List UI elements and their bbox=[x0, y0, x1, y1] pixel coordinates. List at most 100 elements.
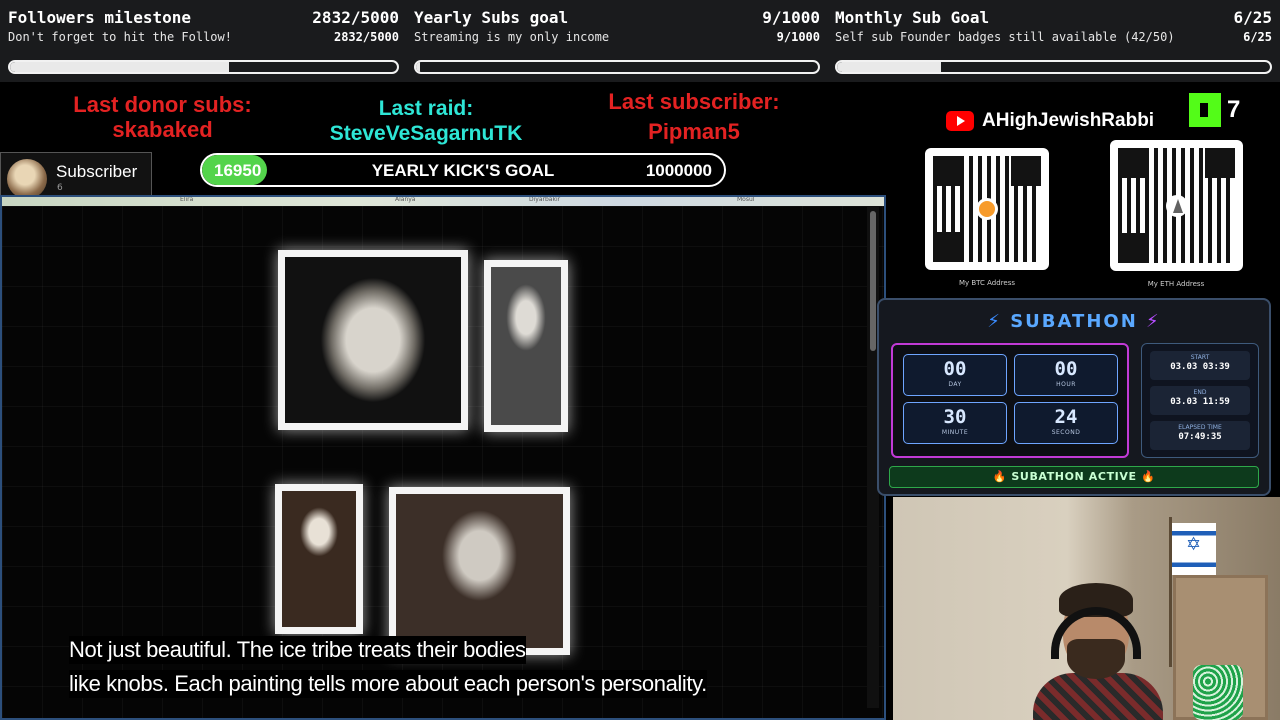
start-label: START bbox=[1190, 354, 1210, 361]
kick-goal-target: 1000000 bbox=[645, 161, 712, 180]
youtube-icon bbox=[946, 111, 974, 131]
countdown-hour: 00 HOUR bbox=[1014, 354, 1118, 396]
goal-progress-fill bbox=[416, 62, 420, 72]
last-raid-label: Last raid: bbox=[378, 97, 474, 120]
subathon-title-text: SUBATHON bbox=[1010, 311, 1138, 332]
goal-subvalue: 2832/5000 bbox=[333, 30, 399, 44]
tribe-photo bbox=[484, 260, 568, 432]
goal-value: 9/1000 bbox=[762, 8, 820, 27]
kick-logo-icon bbox=[1189, 93, 1221, 127]
countdown-label: MINUTE bbox=[941, 429, 969, 436]
countdown-label: HOUR bbox=[1056, 381, 1076, 388]
goal-progress-track bbox=[8, 60, 399, 74]
subscriber-label: Subscriber bbox=[56, 162, 138, 181]
goal-value: 2832/5000 bbox=[312, 8, 399, 27]
video-caption-line-2: like knobs. Each painting tells more abo… bbox=[69, 670, 707, 698]
countdown-label: SECOND bbox=[1051, 429, 1081, 436]
subathon-start: START 03.03 03:39 bbox=[1150, 351, 1250, 380]
youtube-channel: AHighJewishRabbi bbox=[946, 110, 1154, 132]
end-label: END bbox=[1193, 389, 1207, 396]
avatar bbox=[7, 159, 47, 199]
subscriber-count: 6 bbox=[57, 183, 63, 193]
map-label: Elira bbox=[180, 196, 194, 203]
last-donor-name: skabaked bbox=[112, 117, 213, 142]
lightning-icon: ⚡ bbox=[1146, 311, 1161, 332]
last-donor-subs: Last donor subs: skabaked bbox=[40, 92, 285, 142]
goal-title: Followers milestone bbox=[8, 8, 192, 27]
video-scrollbar-thumb[interactable] bbox=[870, 211, 876, 351]
countdown-day: 00 DAY bbox=[903, 354, 1007, 396]
bitcoin-icon bbox=[976, 198, 998, 220]
btc-caption: My BTC Address bbox=[958, 279, 1016, 287]
countdown-value: 00 bbox=[1054, 358, 1078, 380]
goal-value: 6/25 bbox=[1233, 8, 1272, 27]
goal-subtitle: Streaming is my only income bbox=[414, 30, 610, 44]
tribe-photo bbox=[278, 250, 468, 430]
last-raid-name: SteveVeSagarnuTK bbox=[329, 122, 523, 145]
photo-image bbox=[491, 267, 561, 425]
last-donor-label: Last donor subs: bbox=[73, 92, 252, 117]
subathon-panel: ⚡ SUBATHON ⚡ 00 DAY 00 HOUR 30 MINUTE 24… bbox=[877, 298, 1271, 496]
last-subscriber: Last subscriber: Pipman5 bbox=[570, 87, 818, 147]
yearly-kick-goal-bar: 16950 YEARLY KICK'S GOAL 1000000 bbox=[200, 153, 726, 187]
photo-image bbox=[285, 257, 461, 423]
subathon-elapsed: ELAPSED TIME 07:49:35 bbox=[1150, 421, 1250, 450]
subathon-title: ⚡ SUBATHON ⚡ bbox=[879, 311, 1269, 332]
streamer bbox=[1033, 583, 1163, 720]
webcam-feed: ✡ bbox=[893, 497, 1280, 720]
countdown-label: DAY bbox=[948, 381, 962, 388]
monthly-sub-goal: Monthly Sub Goal 6/25 Self sub Founder b… bbox=[835, 6, 1272, 80]
goal-progress-fill bbox=[10, 62, 230, 72]
goal-subtitle: Self sub Founder badges still available … bbox=[835, 30, 1175, 44]
goal-progress-track bbox=[414, 60, 820, 74]
subathon-times: START 03.03 03:39 END 03.03 11:59 ELAPSE… bbox=[1141, 343, 1259, 458]
map-label: Alanya bbox=[395, 196, 416, 203]
tribe-photo bbox=[275, 484, 363, 634]
kick-count: 7 bbox=[1227, 96, 1241, 123]
qr-pattern bbox=[1118, 148, 1235, 263]
qr-pattern bbox=[933, 156, 1041, 262]
followers-goal: Followers milestone 2832/5000 Don't forg… bbox=[8, 6, 399, 80]
ethereum-icon bbox=[1165, 194, 1188, 217]
goal-bar-strip: Followers milestone 2832/5000 Don't forg… bbox=[0, 0, 1280, 82]
streamer-shirt bbox=[1033, 673, 1163, 720]
goal-subvalue: 9/1000 bbox=[776, 30, 820, 44]
goal-subtitle: Don't forget to hit the Follow! bbox=[8, 30, 232, 44]
subathon-status: 🔥 SUBATHON ACTIVE 🔥 bbox=[889, 466, 1259, 488]
countdown-second: 24 SECOND bbox=[1014, 402, 1118, 444]
goal-subvalue: 6/25 bbox=[1243, 30, 1272, 44]
elapsed-label: ELAPSED TIME bbox=[1178, 424, 1222, 431]
goal-title: Monthly Sub Goal bbox=[835, 8, 990, 27]
map-strip: Elira Alanya Diyarbakir Mosul bbox=[2, 197, 884, 206]
tribe-photo bbox=[389, 487, 570, 655]
kick-badge: 7 bbox=[1189, 93, 1240, 127]
countdown-value: 24 bbox=[1054, 406, 1078, 428]
youtube-channel-name: AHighJewishRabbi bbox=[982, 110, 1155, 131]
yearly-subs-goal: Yearly Subs goal 9/1000 Streaming is my … bbox=[414, 6, 820, 80]
last-subscriber-name: Pipman5 bbox=[648, 119, 740, 144]
elapsed-value: 07:49:35 bbox=[1178, 432, 1222, 442]
lightning-icon: ⚡ bbox=[987, 311, 1002, 332]
start-value: 03.03 03:39 bbox=[1170, 362, 1230, 372]
map-label: Mosul bbox=[737, 196, 755, 203]
photo-image bbox=[396, 494, 563, 648]
star-of-david-icon: ✡ bbox=[1186, 534, 1202, 555]
countdown-minute: 30 MINUTE bbox=[903, 402, 1007, 444]
btc-qr-code bbox=[925, 148, 1049, 270]
goal-progress-fill bbox=[837, 62, 941, 72]
photo-image bbox=[282, 491, 356, 627]
last-raid: Last raid: SteveVeSagarnuTK bbox=[296, 96, 556, 146]
map-label: Diyarbakir bbox=[529, 196, 561, 203]
eth-qr-code bbox=[1110, 140, 1243, 271]
video-caption-line-1: Not just beautiful. The ice tribe treats… bbox=[69, 636, 526, 664]
countdown-value: 30 bbox=[943, 406, 967, 428]
countdown-value: 00 bbox=[943, 358, 967, 380]
subathon-countdown: 00 DAY 00 HOUR 30 MINUTE 24 SECOND bbox=[891, 343, 1129, 458]
last-subscriber-label: Last subscriber: bbox=[608, 89, 780, 114]
goal-title: Yearly Subs goal bbox=[414, 8, 569, 27]
green-object bbox=[1193, 665, 1243, 720]
goal-progress-track bbox=[835, 60, 1272, 74]
subathon-end: END 03.03 11:59 bbox=[1150, 386, 1250, 415]
eth-caption: My ETH Address bbox=[1147, 280, 1205, 288]
end-value: 03.03 11:59 bbox=[1170, 397, 1230, 407]
